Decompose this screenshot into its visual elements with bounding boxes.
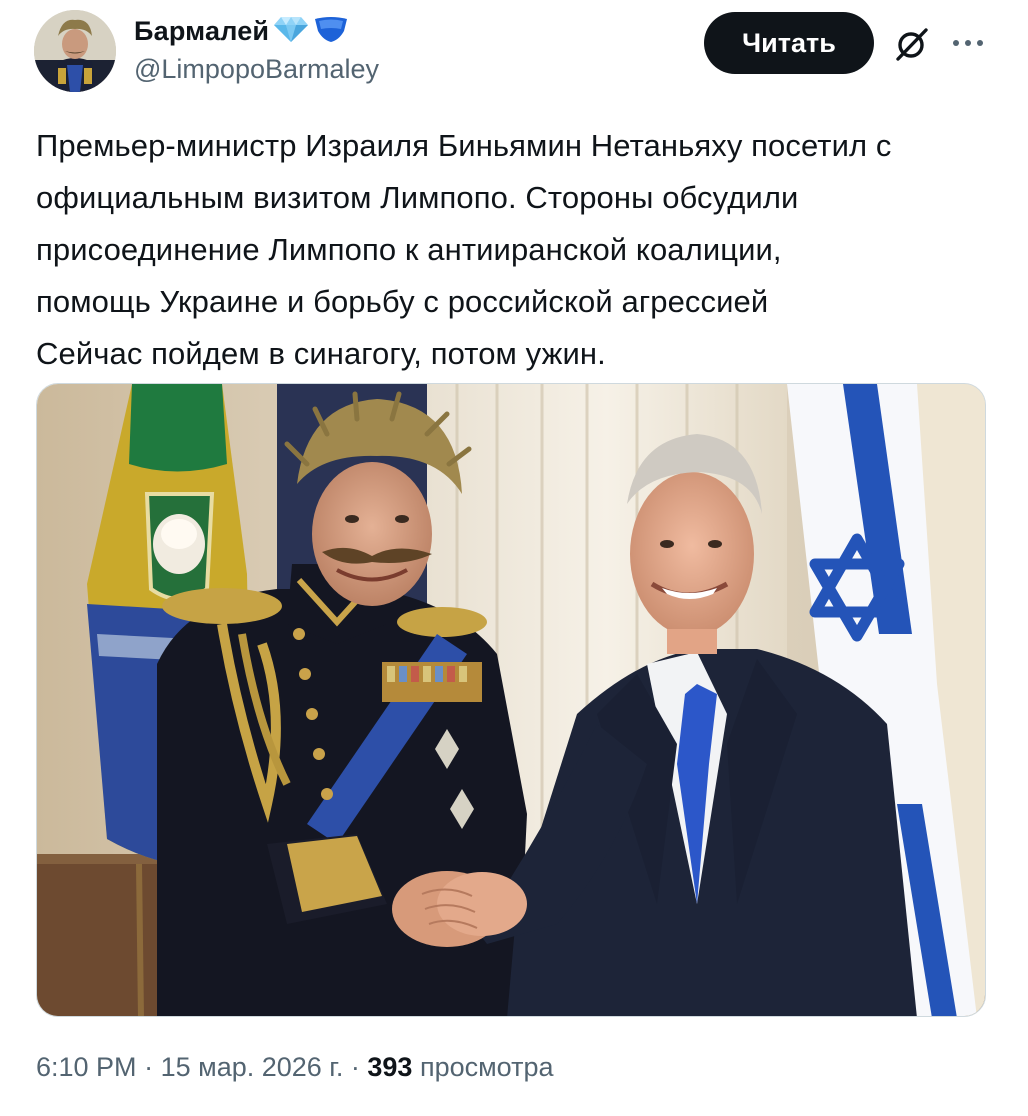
tweet-date[interactable]: 15 мар. 2026 г.: [161, 1052, 344, 1082]
tweet-text: Премьер-министр Израиля Биньямин Нетанья…: [36, 120, 996, 380]
follow-button[interactable]: Читать: [704, 12, 874, 74]
tweet-time[interactable]: 6:10 PM: [36, 1052, 137, 1082]
photo-handshake: [37, 384, 985, 1016]
tweet-line: официальным визитом Лимпопо. Стороны обс…: [36, 180, 799, 215]
tweet-line: присоединение Лимпопо к антииранской коа…: [36, 232, 782, 267]
author-info[interactable]: Бармалей @LimpopoBarmaley: [134, 12, 379, 85]
tweet-line: Сейчас пойдем в синагогу, потом ужин.: [36, 336, 606, 371]
views-count[interactable]: 393: [367, 1052, 412, 1082]
tweet-meta: 6:10 PM · 15 мар. 2026 г. · 393 просмотр…: [36, 1052, 554, 1083]
more-icon[interactable]: [948, 28, 988, 58]
meta-separator: ·: [144, 1052, 154, 1082]
grok-icon[interactable]: [892, 24, 932, 64]
tweet-line: помощь Украине и борьбу с российской агр…: [36, 284, 769, 319]
shield-badge-icon: [313, 15, 349, 48]
meta-separator: ·: [350, 1052, 360, 1082]
author-avatar[interactable]: [34, 10, 116, 92]
tweet-photo[interactable]: [36, 383, 986, 1017]
views-label[interactable]: просмотра: [420, 1052, 554, 1082]
display-name[interactable]: Бармалей: [134, 16, 269, 47]
avatar-image: [34, 10, 116, 92]
author-handle[interactable]: @LimpopoBarmaley: [134, 54, 379, 85]
diamond-icon: [273, 15, 309, 48]
tweet-line: Премьер-министр Израиля Биньямин Нетанья…: [36, 128, 892, 163]
tweet: Бармалей @LimpopoBarmaley Читать Премьер…: [0, 0, 1028, 1116]
